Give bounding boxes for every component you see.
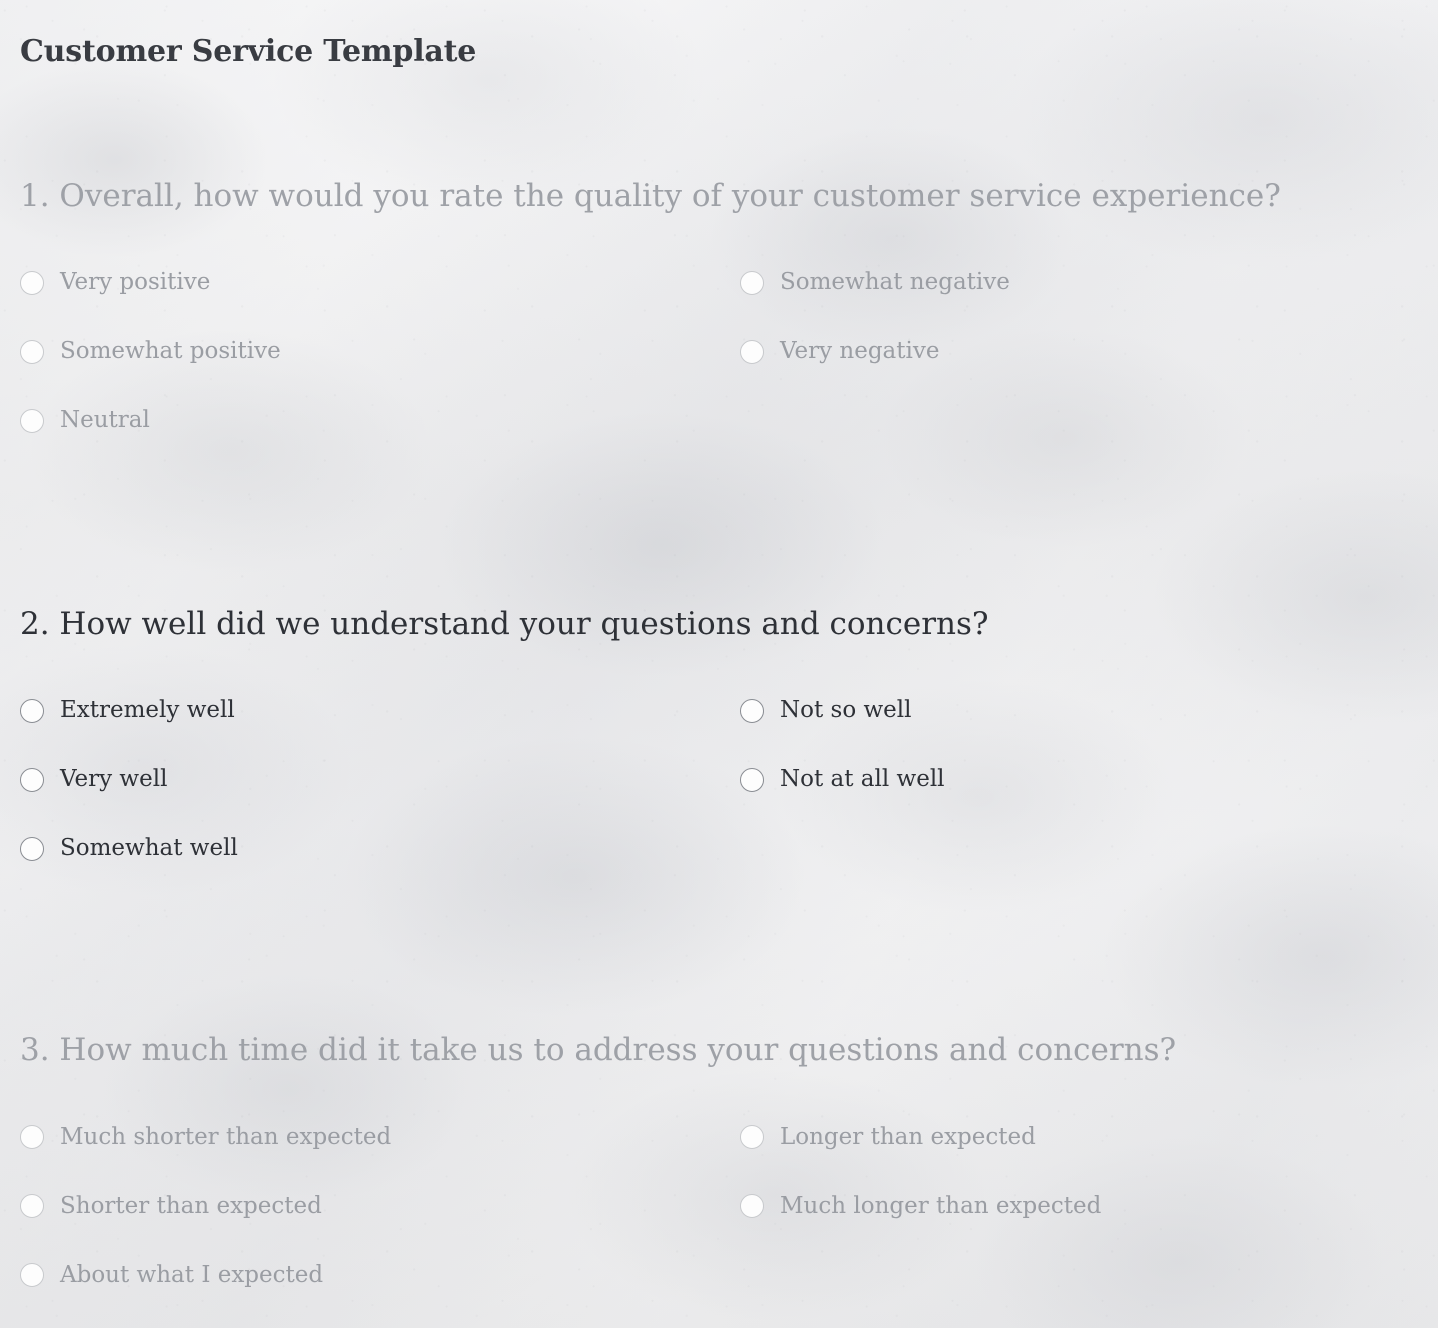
radio-button-icon[interactable] — [20, 1263, 44, 1288]
radio-button-icon[interactable] — [20, 1194, 44, 1219]
question-3-options: Much shorter than expected Shorter than … — [20, 1103, 1418, 1310]
question-1-text: 1. Overall, how would you rate the quali… — [20, 178, 1281, 214]
option-label: Somewhat negative — [780, 269, 1010, 296]
option-very-negative[interactable]: Very negative — [740, 318, 1418, 387]
question-block-1: 1. Overall, how would you rate the quali… — [20, 69, 1418, 456]
radio-button-icon[interactable] — [20, 767, 44, 792]
question-1-options: Very positive Somewhat positive Neutral … — [20, 249, 1418, 456]
question-2-options: Extremely well Very well Somewhat well N… — [20, 676, 1418, 883]
option-shorter-than-expected[interactable]: Shorter than expected — [20, 1172, 740, 1241]
option-neutral[interactable]: Neutral — [20, 387, 740, 456]
option-not-so-well[interactable]: Not so well — [740, 676, 1418, 745]
option-label: About what I expected — [60, 1261, 324, 1288]
question-block-2: 2. How well did we understand your quest… — [20, 456, 1418, 884]
option-somewhat-positive[interactable]: Somewhat positive — [20, 318, 740, 387]
option-very-well[interactable]: Very well — [20, 745, 740, 814]
radio-button-icon[interactable] — [740, 1125, 764, 1150]
radio-button-icon[interactable] — [740, 1194, 764, 1219]
radio-button-icon[interactable] — [20, 836, 44, 861]
option-longer-than-expected[interactable]: Longer than expected — [740, 1103, 1418, 1172]
option-label: Somewhat well — [60, 835, 238, 862]
option-label: Not so well — [780, 697, 912, 724]
option-label: Longer than expected — [780, 1123, 1036, 1150]
option-label: Shorter than expected — [60, 1192, 322, 1219]
survey-page: Customer Service Template 1. Overall, ho… — [0, 0, 1438, 1328]
option-label: Very well — [60, 766, 168, 793]
radio-button-icon[interactable] — [20, 340, 44, 365]
radio-button-icon[interactable] — [20, 1125, 44, 1150]
option-somewhat-negative[interactable]: Somewhat negative — [740, 249, 1418, 318]
page-title: Customer Service Template — [20, 34, 477, 69]
question-2-text: 2. How well did we understand your quest… — [20, 605, 989, 642]
radio-button-icon[interactable] — [20, 409, 44, 434]
option-label: Much shorter than expected — [60, 1123, 392, 1150]
option-label: Very negative — [780, 338, 940, 365]
question-3-text: 3. How much time did it take us to addre… — [20, 1032, 1177, 1069]
option-label: Neutral — [60, 407, 150, 434]
radio-button-icon[interactable] — [20, 271, 44, 296]
radio-button-icon[interactable] — [740, 271, 764, 296]
radio-button-icon[interactable] — [740, 340, 764, 365]
option-extremely-well[interactable]: Extremely well — [20, 676, 740, 745]
option-about-what-i-expected[interactable]: About what I expected — [20, 1241, 740, 1310]
question-block-3: 3. How much time did it take us to addre… — [20, 883, 1418, 1310]
option-not-at-all-well[interactable]: Not at all well — [740, 745, 1418, 814]
option-very-positive[interactable]: Very positive — [20, 249, 740, 318]
radio-button-icon[interactable] — [740, 767, 764, 792]
option-somewhat-well[interactable]: Somewhat well — [20, 814, 740, 883]
option-much-longer-than-expected[interactable]: Much longer than expected — [740, 1172, 1418, 1241]
radio-button-icon[interactable] — [740, 698, 764, 723]
option-label: Much longer than expected — [780, 1192, 1102, 1219]
option-much-shorter-than-expected[interactable]: Much shorter than expected — [20, 1103, 740, 1172]
option-label: Not at all well — [780, 766, 945, 793]
option-label: Extremely well — [60, 697, 235, 724]
option-label: Very positive — [60, 269, 211, 296]
option-label: Somewhat positive — [60, 338, 281, 365]
radio-button-icon[interactable] — [20, 698, 44, 723]
